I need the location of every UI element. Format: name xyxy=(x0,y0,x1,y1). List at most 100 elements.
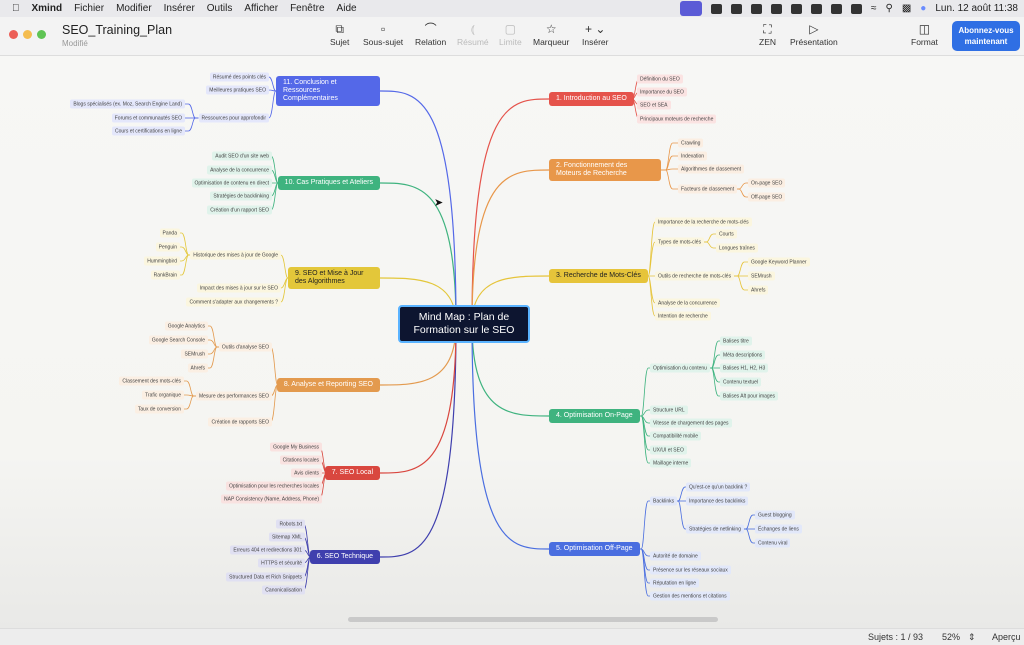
subtopic[interactable]: Compatibilité mobile xyxy=(650,431,702,441)
subtopic[interactable]: Importance des backlinks xyxy=(686,496,749,506)
subtopic[interactable]: NAP Consistency (Name, Address, Phone) xyxy=(221,494,322,504)
subtopic[interactable]: Crawling xyxy=(678,138,704,148)
main-topic-10[interactable]: 10. Cas Pratiques et Ateliers xyxy=(277,176,380,190)
subtopic[interactable]: Structure URL xyxy=(650,405,688,415)
subtopic[interactable]: SEO et SEA xyxy=(637,100,671,110)
relation-button[interactable]: ⌒ Relation xyxy=(415,22,446,47)
subtopic[interactable]: Hummingbird xyxy=(144,256,180,266)
control-center-icon[interactable]: ▩ xyxy=(902,3,911,14)
insert-button[interactable]: + ⌄ Insérer xyxy=(582,22,608,47)
subtopic[interactable]: Structured Data et Rich Snippets xyxy=(226,572,305,582)
subtopic[interactable]: Définition du SEO xyxy=(637,74,683,84)
menu-modifier[interactable]: Modifier xyxy=(116,3,152,14)
subtopic[interactable]: Avis clients xyxy=(291,468,322,478)
subtopic[interactable]: Intention de recherche xyxy=(655,311,711,321)
subtopic[interactable]: Qu'est-ce qu'un backlink ? xyxy=(686,482,751,492)
subtopic[interactable]: Outils de recherche de mots-clés xyxy=(655,271,735,281)
subtopic[interactable]: Off-page SEO xyxy=(748,192,786,202)
subtopic[interactable]: Gestion des mentions et citations xyxy=(650,591,730,601)
subtopic[interactable]: Citations locales xyxy=(279,455,322,465)
subtopic[interactable]: Google Keyword Planner xyxy=(748,257,810,267)
subtopic[interactable]: Google Analytics xyxy=(164,321,208,331)
subtopic[interactable]: Panda xyxy=(159,228,180,238)
main-topic-3[interactable]: 3. Recherche de Mots-Clés xyxy=(549,269,648,283)
subtopic[interactable]: Réputation en ligne xyxy=(650,578,700,588)
main-topic-1[interactable]: 1. Introduction au SEO xyxy=(549,92,634,106)
menu-outils[interactable]: Outils xyxy=(207,3,233,14)
subtopic[interactable]: Audit SEO d'un site web xyxy=(212,151,272,161)
subtopic[interactable]: Forums et communautés SEO xyxy=(111,113,185,123)
subtopic[interactable]: HTTPS et sécurité xyxy=(258,558,305,568)
zen-button[interactable]: ⛶ ZEN xyxy=(759,22,776,47)
main-topic-6[interactable]: 6. SEO Technique xyxy=(309,550,380,564)
main-topic-2[interactable]: 2. Fonctionnement des Moteurs de Recherc… xyxy=(549,159,661,181)
subtopic[interactable]: Résumé des points clés xyxy=(209,72,269,82)
menu-afficher[interactable]: Afficher xyxy=(244,3,278,14)
subtopic[interactable]: Canonicalisation xyxy=(262,585,305,595)
subtopic[interactable]: Historique des mises à jour de Google xyxy=(190,250,281,260)
subtopic[interactable]: Création d'un rapport SEO xyxy=(207,205,272,215)
subtopic[interactable]: Échanges de liens xyxy=(755,524,802,534)
subtopic[interactable]: Maillage interne xyxy=(650,458,692,468)
subtopic[interactable]: Types de mots-clés xyxy=(655,237,705,247)
zoom-stepper-icon[interactable]: ⇕ xyxy=(968,632,976,643)
apple-icon[interactable]:  xyxy=(12,3,20,14)
minimize-window-button[interactable] xyxy=(23,30,32,39)
subtopic[interactable]: Sitemap XML xyxy=(268,532,305,542)
subtopic[interactable]: Comment s'adapter aux changements ? xyxy=(186,297,281,307)
subtopic[interactable]: Balises H1, H2, H3 xyxy=(720,363,769,373)
presentation-button[interactable]: ▷ Présentation xyxy=(790,22,838,47)
notion-icon[interactable] xyxy=(731,3,742,14)
subtopic[interactable]: Algorithmes de classement xyxy=(678,164,745,174)
zoom-window-button[interactable] xyxy=(37,30,46,39)
main-topic-7[interactable]: 7. SEO Local xyxy=(324,466,380,480)
mind-map-canvas[interactable]: Mind Map : Plan de Formation sur le SEO … xyxy=(0,56,1024,628)
main-topic-5[interactable]: 5. Optimisation Off-Page xyxy=(549,542,640,556)
close-window-button[interactable] xyxy=(9,30,18,39)
menu-app[interactable]: Xmind xyxy=(32,3,63,14)
subtopic[interactable]: Mesure des performances SEO xyxy=(195,391,272,401)
menu-aide[interactable]: Aide xyxy=(337,3,357,14)
subtopic[interactable]: Optimisation du contenu xyxy=(650,363,710,373)
subtopic[interactable]: Stratégies de backlinking xyxy=(210,191,272,201)
subtopic[interactable]: Optimisation de contenu en direct xyxy=(191,178,272,188)
subtopic[interactable]: Meilleures pratiques SEO xyxy=(206,85,269,95)
menu-inserer[interactable]: Insérer xyxy=(164,3,195,14)
status-icon[interactable] xyxy=(751,3,762,14)
subtopic[interactable]: Courts xyxy=(716,229,737,239)
subtopic[interactable]: Google Search Console xyxy=(148,335,208,345)
main-topic-8[interactable]: 8. Analyse et Reporting SEO xyxy=(276,378,380,392)
subtopic-button[interactable]: ▫ Sous-sujet xyxy=(363,22,403,47)
subtopic[interactable]: Facteurs de classement xyxy=(678,184,738,194)
subtopic[interactable]: Erreurs 404 et redirections 301 xyxy=(230,545,305,555)
keyboard-layout-icon[interactable] xyxy=(831,3,842,14)
subtopic[interactable]: Guest blogging xyxy=(755,510,795,520)
subtopic[interactable]: UX/UI et SEO xyxy=(650,445,687,455)
format-button[interactable]: ◫ Format xyxy=(911,22,938,47)
subtopic[interactable]: Outils d'analyse SEO xyxy=(218,342,272,352)
main-topic-4[interactable]: 4. Optimisation On-Page xyxy=(549,409,640,423)
subtopic[interactable]: Backlinks xyxy=(650,496,678,506)
subtopic[interactable]: Vitesse de chargement des pages xyxy=(650,418,732,428)
topic-button[interactable]: ⧉ Sujet xyxy=(330,22,349,47)
subtopic[interactable]: SEMrush xyxy=(748,271,775,281)
document-title[interactable]: SEO_Training_Plan xyxy=(62,23,172,37)
subtopic[interactable]: SEMrush xyxy=(181,349,208,359)
marker-button[interactable]: ☆ Marqueur xyxy=(533,22,569,47)
screen-share-icon[interactable] xyxy=(680,1,702,16)
siri-icon[interactable]: ● xyxy=(920,3,926,14)
wifi-icon[interactable]: ≈ xyxy=(871,3,877,14)
subscribe-button[interactable]: Abonnez-vous maintenant xyxy=(952,21,1020,51)
subtopic[interactable]: Longues traînes xyxy=(716,243,758,253)
subtopic[interactable]: Importance du SEO xyxy=(637,87,687,97)
status-icon[interactable] xyxy=(791,3,802,14)
subtopic[interactable]: Création de rapports SEO xyxy=(208,417,272,427)
menu-fenetre[interactable]: Fenêtre xyxy=(290,3,324,14)
subtopic[interactable]: Classement des mots-clés xyxy=(119,376,184,386)
subtopic[interactable]: Penguin xyxy=(155,242,180,252)
clock[interactable]: Lun. 12 août 11:38 xyxy=(935,3,1018,14)
subtopic[interactable]: Indexation xyxy=(678,151,708,161)
subtopic[interactable]: Balises Alt pour images xyxy=(720,391,778,401)
subtopic[interactable]: Google My Business xyxy=(270,442,322,452)
subtopic[interactable]: Robots.txt xyxy=(276,519,305,529)
